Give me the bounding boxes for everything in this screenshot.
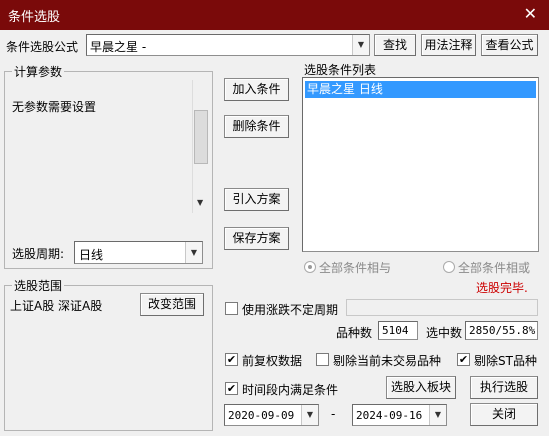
start-date-value: 2020-09-09 xyxy=(228,409,295,422)
params-group-label: 计算参数 xyxy=(12,63,65,80)
time-range-label: 时间段内满足条件 xyxy=(242,383,339,397)
adjust-forward-label: 前复权数据 xyxy=(242,354,303,368)
uncertain-period-field xyxy=(346,299,538,316)
time-range-checkbox[interactable]: ✔ xyxy=(225,382,238,395)
close-button[interactable]: 关闭 xyxy=(470,403,538,426)
status-text: 选股完毕. xyxy=(476,281,528,295)
change-range-button[interactable]: 改变范围 xyxy=(140,293,204,316)
exclude-st-checkbox[interactable]: ✔ xyxy=(457,353,470,366)
start-date-picker[interactable]: 2020-09-09 ▼ xyxy=(224,404,319,426)
formula-select[interactable]: 早晨之星 - ▼ xyxy=(86,34,370,56)
chevron-down-icon[interactable]: ▼ xyxy=(301,405,318,425)
chevron-down-icon[interactable]: ▼ xyxy=(185,242,202,263)
window-title: 条件选股 xyxy=(8,10,61,25)
condition-list[interactable]: 早晨之星 日线 xyxy=(302,77,539,252)
formula-value: 早晨之星 - xyxy=(90,40,147,54)
title-bar: 条件选股 ✕ xyxy=(0,0,549,30)
params-scrollbar[interactable]: ▼ xyxy=(192,80,209,213)
execute-button[interactable]: 执行选股 xyxy=(470,376,538,399)
import-plan-button[interactable]: 引入方案 xyxy=(224,188,289,211)
close-icon[interactable]: ✕ xyxy=(524,4,537,23)
uncertain-period-checkbox[interactable] xyxy=(225,302,238,315)
range-group-label: 选股范围 xyxy=(12,277,65,294)
exclude-untraded-label: 剔除当前未交易品种 xyxy=(333,354,442,368)
range-value: 上证A股 深证A股 xyxy=(10,299,103,313)
add-condition-button[interactable]: 加入条件 xyxy=(224,78,289,101)
selected-label: 选中数 xyxy=(426,326,463,340)
scrollbar-thumb[interactable] xyxy=(194,110,208,164)
period-value: 日线 xyxy=(79,248,104,262)
params-message: 无参数需要设置 xyxy=(12,100,97,114)
uncertain-period-label: 使用涨跌不定周期 xyxy=(242,303,339,317)
count-value: 5104 xyxy=(378,321,418,340)
selected-value: 2850/55.8% xyxy=(465,321,538,340)
to-block-button[interactable]: 选股入板块 xyxy=(386,376,456,399)
radio-all-or[interactable] xyxy=(443,261,455,273)
period-label: 选股周期: xyxy=(12,247,65,261)
exclude-st-label: 剔除ST品种 xyxy=(474,354,537,368)
exclude-untraded-checkbox[interactable] xyxy=(316,353,329,366)
all-and-label: 全部条件相与 xyxy=(319,261,392,275)
all-or-label: 全部条件相或 xyxy=(458,261,531,275)
condition-list-label: 选股条件列表 xyxy=(304,63,377,77)
chevron-down-icon[interactable]: ▼ xyxy=(429,405,446,425)
adjust-forward-checkbox[interactable]: ✔ xyxy=(225,353,238,366)
end-date-value: 2024-09-16 xyxy=(356,409,423,422)
period-select[interactable]: 日线 ▼ xyxy=(74,241,203,264)
formula-label: 条件选股公式 xyxy=(6,40,79,54)
chevron-down-icon[interactable]: ▼ xyxy=(352,35,369,55)
radio-all-and[interactable] xyxy=(304,261,316,273)
list-item[interactable]: 早晨之星 日线 xyxy=(305,81,536,98)
scroll-down-icon[interactable]: ▼ xyxy=(197,198,203,207)
delete-condition-button[interactable]: 删除条件 xyxy=(224,115,289,138)
usage-notes-button[interactable]: 用法注释 xyxy=(421,34,476,56)
save-plan-button[interactable]: 保存方案 xyxy=(224,227,289,250)
find-button[interactable]: 查找 xyxy=(374,34,416,56)
date-separator: - xyxy=(331,407,336,421)
view-formula-button[interactable]: 查看公式 xyxy=(481,34,538,56)
end-date-picker[interactable]: 2024-09-16 ▼ xyxy=(352,404,447,426)
count-label: 品种数 xyxy=(336,326,373,340)
